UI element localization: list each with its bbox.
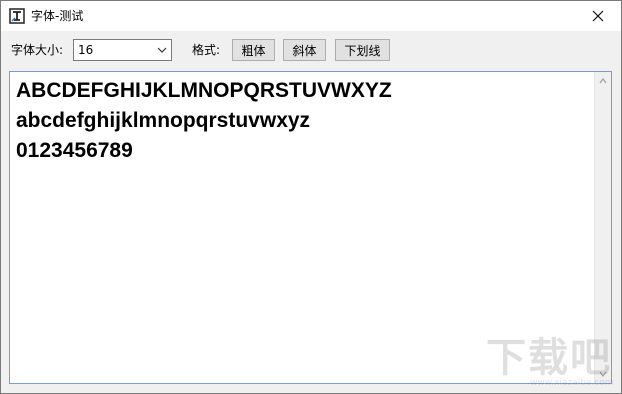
- font-size-select[interactable]: 16: [73, 39, 172, 61]
- format-label: 格式:: [192, 43, 221, 57]
- digits-line: 0123456789: [16, 139, 133, 162]
- chevron-down-icon: [157, 47, 167, 53]
- watermark-url: www.xiazaiba.com: [530, 378, 614, 388]
- lowercase-line: abcdefghijklmnopqrstuvwxyz: [16, 109, 311, 132]
- editor-content[interactable]: ABCDEFGHIJKLMNOPQRSTUVWXYZ abcdefghijklm…: [16, 76, 596, 166]
- close-button[interactable]: [575, 1, 621, 31]
- italic-button[interactable]: 斜体: [283, 39, 326, 61]
- close-icon: [592, 10, 604, 22]
- scroll-up-icon[interactable]: [599, 78, 607, 84]
- app-window: 字体-测试 字体大小: 16 格式: 粗体 斜体 下划线 ABCDEFGHIJK…: [0, 0, 622, 394]
- window-title: 字体-测试: [31, 9, 84, 23]
- app-icon: [9, 8, 25, 24]
- title-bar[interactable]: 字体-测试: [1, 1, 621, 31]
- watermark: 下载吧 www.xiazaiba.com: [486, 336, 616, 391]
- watermark-logo-text: 下载吧: [486, 335, 612, 381]
- uppercase-line: ABCDEFGHIJKLMNOPQRSTUVWXYZ: [16, 79, 392, 102]
- font-size-value: 16: [78, 43, 94, 57]
- underline-button[interactable]: 下划线: [335, 39, 390, 61]
- bold-button[interactable]: 粗体: [232, 39, 275, 61]
- font-size-label: 字体大小:: [11, 43, 64, 57]
